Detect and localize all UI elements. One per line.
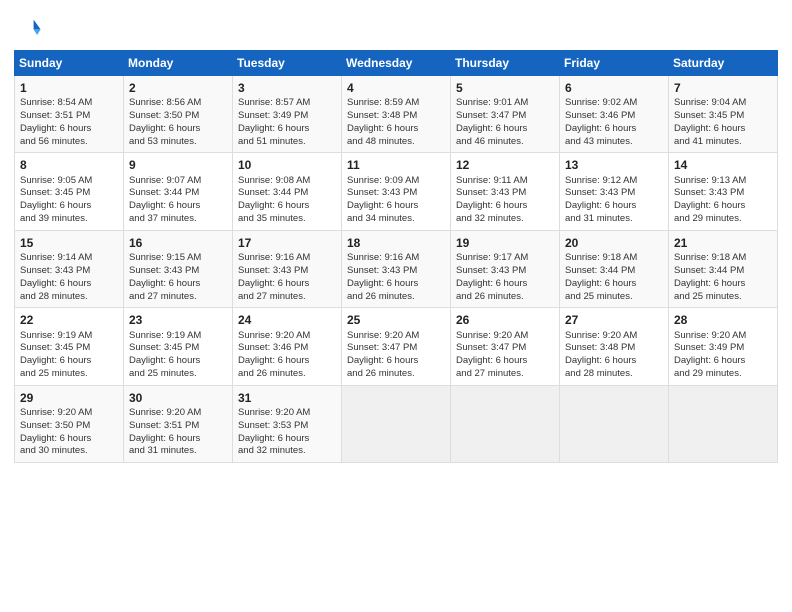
day-number: 15	[20, 235, 118, 251]
day-number: 30	[129, 390, 227, 406]
day-cell-3: 3Sunrise: 8:57 AMSunset: 3:49 PMDaylight…	[233, 76, 342, 153]
page-container: SundayMondayTuesdayWednesdayThursdayFrid…	[0, 0, 792, 471]
day-cell-8: 8Sunrise: 9:05 AMSunset: 3:45 PMDaylight…	[15, 153, 124, 230]
day-number: 27	[565, 312, 663, 328]
day-cell-10: 10Sunrise: 9:08 AMSunset: 3:44 PMDayligh…	[233, 153, 342, 230]
day-cell-21: 21Sunrise: 9:18 AMSunset: 3:44 PMDayligh…	[669, 230, 778, 307]
day-number: 6	[565, 80, 663, 96]
day-cell-5: 5Sunrise: 9:01 AMSunset: 3:47 PMDaylight…	[451, 76, 560, 153]
empty-cell	[669, 385, 778, 462]
day-cell-2: 2Sunrise: 8:56 AMSunset: 3:50 PMDaylight…	[124, 76, 233, 153]
day-number: 12	[456, 157, 554, 173]
day-cell-25: 25Sunrise: 9:20 AMSunset: 3:47 PMDayligh…	[342, 308, 451, 385]
day-number: 13	[565, 157, 663, 173]
day-cell-22: 22Sunrise: 9:19 AMSunset: 3:45 PMDayligh…	[15, 308, 124, 385]
day-cell-7: 7Sunrise: 9:04 AMSunset: 3:45 PMDaylight…	[669, 76, 778, 153]
day-number: 4	[347, 80, 445, 96]
weekday-header-sunday: Sunday	[15, 51, 124, 76]
day-number: 8	[20, 157, 118, 173]
day-number: 7	[674, 80, 772, 96]
calendar-table: SundayMondayTuesdayWednesdayThursdayFrid…	[14, 50, 778, 463]
day-number: 11	[347, 157, 445, 173]
day-cell-6: 6Sunrise: 9:02 AMSunset: 3:46 PMDaylight…	[560, 76, 669, 153]
day-cell-14: 14Sunrise: 9:13 AMSunset: 3:43 PMDayligh…	[669, 153, 778, 230]
day-number: 16	[129, 235, 227, 251]
day-cell-24: 24Sunrise: 9:20 AMSunset: 3:46 PMDayligh…	[233, 308, 342, 385]
day-number: 3	[238, 80, 336, 96]
day-cell-11: 11Sunrise: 9:09 AMSunset: 3:43 PMDayligh…	[342, 153, 451, 230]
day-cell-9: 9Sunrise: 9:07 AMSunset: 3:44 PMDaylight…	[124, 153, 233, 230]
day-cell-20: 20Sunrise: 9:18 AMSunset: 3:44 PMDayligh…	[560, 230, 669, 307]
day-cell-26: 26Sunrise: 9:20 AMSunset: 3:47 PMDayligh…	[451, 308, 560, 385]
weekday-header-friday: Friday	[560, 51, 669, 76]
week-row-1: 1Sunrise: 8:54 AMSunset: 3:51 PMDaylight…	[15, 76, 778, 153]
day-number: 5	[456, 80, 554, 96]
day-cell-17: 17Sunrise: 9:16 AMSunset: 3:43 PMDayligh…	[233, 230, 342, 307]
weekday-header-thursday: Thursday	[451, 51, 560, 76]
day-cell-28: 28Sunrise: 9:20 AMSunset: 3:49 PMDayligh…	[669, 308, 778, 385]
week-row-2: 8Sunrise: 9:05 AMSunset: 3:45 PMDaylight…	[15, 153, 778, 230]
day-cell-31: 31Sunrise: 9:20 AMSunset: 3:53 PMDayligh…	[233, 385, 342, 462]
day-number: 9	[129, 157, 227, 173]
day-cell-19: 19Sunrise: 9:17 AMSunset: 3:43 PMDayligh…	[451, 230, 560, 307]
empty-cell	[451, 385, 560, 462]
day-cell-4: 4Sunrise: 8:59 AMSunset: 3:48 PMDaylight…	[342, 76, 451, 153]
weekday-header-tuesday: Tuesday	[233, 51, 342, 76]
day-number: 19	[456, 235, 554, 251]
day-cell-16: 16Sunrise: 9:15 AMSunset: 3:43 PMDayligh…	[124, 230, 233, 307]
day-cell-18: 18Sunrise: 9:16 AMSunset: 3:43 PMDayligh…	[342, 230, 451, 307]
day-number: 1	[20, 80, 118, 96]
weekday-header-row: SundayMondayTuesdayWednesdayThursdayFrid…	[15, 51, 778, 76]
page-header	[14, 10, 778, 42]
weekday-header-saturday: Saturday	[669, 51, 778, 76]
day-cell-15: 15Sunrise: 9:14 AMSunset: 3:43 PMDayligh…	[15, 230, 124, 307]
day-cell-30: 30Sunrise: 9:20 AMSunset: 3:51 PMDayligh…	[124, 385, 233, 462]
day-number: 31	[238, 390, 336, 406]
day-number: 26	[456, 312, 554, 328]
empty-cell	[342, 385, 451, 462]
weekday-header-monday: Monday	[124, 51, 233, 76]
day-number: 14	[674, 157, 772, 173]
day-number: 2	[129, 80, 227, 96]
logo-icon	[14, 14, 42, 42]
day-number: 24	[238, 312, 336, 328]
day-number: 29	[20, 390, 118, 406]
day-number: 18	[347, 235, 445, 251]
logo	[14, 14, 46, 42]
empty-cell	[560, 385, 669, 462]
day-number: 20	[565, 235, 663, 251]
day-cell-1: 1Sunrise: 8:54 AMSunset: 3:51 PMDaylight…	[15, 76, 124, 153]
week-row-4: 22Sunrise: 9:19 AMSunset: 3:45 PMDayligh…	[15, 308, 778, 385]
day-number: 25	[347, 312, 445, 328]
day-number: 22	[20, 312, 118, 328]
weekday-header-wednesday: Wednesday	[342, 51, 451, 76]
day-number: 21	[674, 235, 772, 251]
day-cell-29: 29Sunrise: 9:20 AMSunset: 3:50 PMDayligh…	[15, 385, 124, 462]
day-number: 10	[238, 157, 336, 173]
day-cell-12: 12Sunrise: 9:11 AMSunset: 3:43 PMDayligh…	[451, 153, 560, 230]
week-row-5: 29Sunrise: 9:20 AMSunset: 3:50 PMDayligh…	[15, 385, 778, 462]
day-number: 28	[674, 312, 772, 328]
day-cell-13: 13Sunrise: 9:12 AMSunset: 3:43 PMDayligh…	[560, 153, 669, 230]
week-row-3: 15Sunrise: 9:14 AMSunset: 3:43 PMDayligh…	[15, 230, 778, 307]
day-number: 17	[238, 235, 336, 251]
day-cell-27: 27Sunrise: 9:20 AMSunset: 3:48 PMDayligh…	[560, 308, 669, 385]
day-cell-23: 23Sunrise: 9:19 AMSunset: 3:45 PMDayligh…	[124, 308, 233, 385]
day-number: 23	[129, 312, 227, 328]
